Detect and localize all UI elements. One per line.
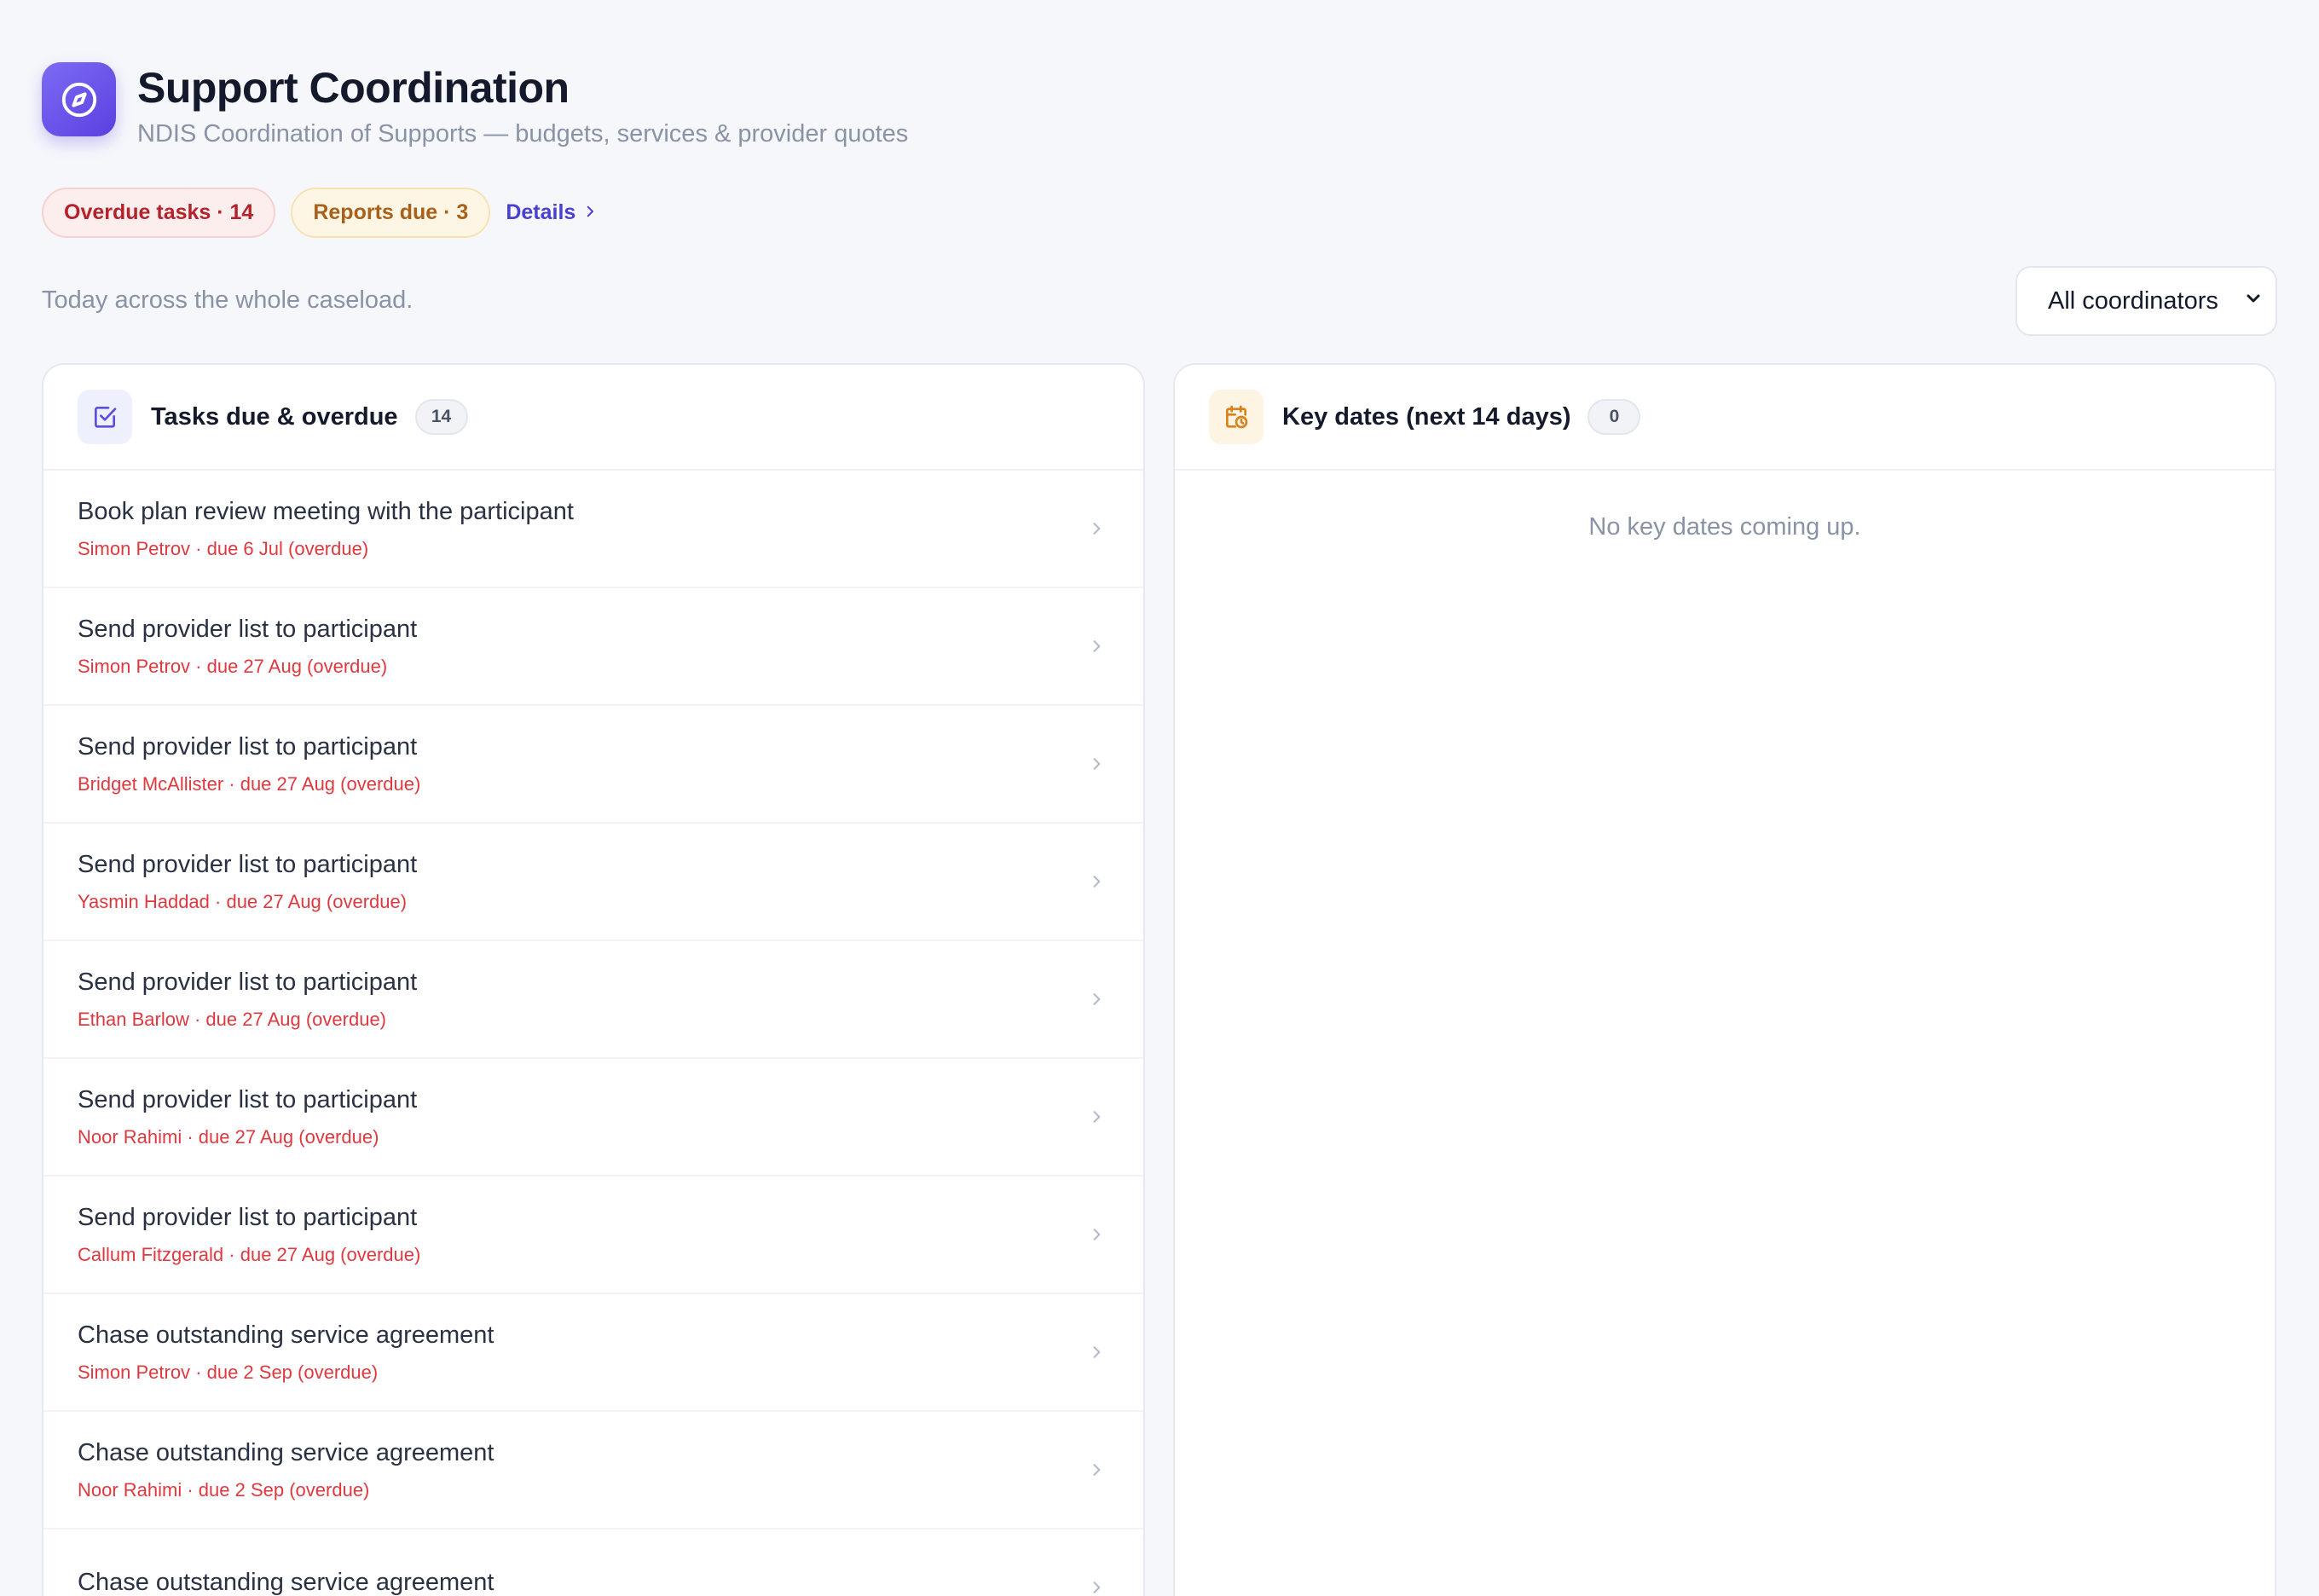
task-meta: Simon Petrov · due 27 Aug (overdue) (78, 656, 388, 677)
key-dates-empty-state: No key dates coming up. (1588, 513, 1861, 541)
task-row[interactable]: Chase outstanding service agreement (43, 1530, 1143, 1596)
task-row[interactable]: Send provider list to participant Noor R… (43, 1059, 1143, 1177)
task-row[interactable]: Send provider list to participant Yasmin… (43, 824, 1143, 941)
task-row[interactable]: Book plan review meeting with the partic… (43, 471, 1143, 588)
tasks-card: Tasks due & overdue 14 Book plan review … (42, 363, 1145, 1596)
chevron-right-icon (1084, 516, 1109, 541)
task-title: Send provider list to participant (78, 733, 418, 760)
task-title: Chase outstanding service agreement (78, 1569, 494, 1596)
tasks-card-title: Tasks due & overdue (151, 402, 398, 431)
caseload-caption: Today across the whole caseload. (42, 286, 413, 314)
task-meta: Simon Petrov · due 6 Jul (overdue) (78, 538, 369, 559)
compass-icon (42, 62, 116, 136)
task-meta: Callum Fitzgerald · due 27 Aug (overdue) (78, 1244, 421, 1265)
task-title: Send provider list to participant (78, 1086, 418, 1113)
task-row[interactable]: Send provider list to participant Simon … (43, 588, 1143, 706)
page-title: Support Coordination (137, 64, 570, 112)
chevron-right-icon (1084, 1575, 1109, 1596)
task-title: Send provider list to participant (78, 616, 418, 643)
chevron-right-icon (1084, 1104, 1109, 1130)
task-text: Send provider list to participant Bridge… (78, 732, 420, 796)
chevron-right-icon (1084, 1222, 1109, 1247)
chevron-right-icon (1084, 633, 1109, 659)
chevron-down-icon (2243, 287, 2264, 315)
task-title: Chase outstanding service agreement (78, 1439, 494, 1466)
task-meta: Ethan Barlow · due 27 Aug (overdue) (78, 1009, 387, 1030)
task-meta: Bridget McAllister · due 27 Aug (overdue… (78, 773, 421, 795)
overdue-tasks-badge[interactable]: Overdue tasks · 14 (42, 188, 276, 238)
task-title: Send provider list to participant (78, 969, 418, 996)
tasks-card-header: Tasks due & overdue 14 (43, 365, 1143, 471)
coordinator-select[interactable]: All coordinators (2015, 266, 2277, 336)
task-text: Send provider list to participant Yasmin… (78, 849, 417, 914)
page: Support Coordination NDIS Coordination o… (0, 0, 2319, 1596)
task-text: Send provider list to participant Callum… (78, 1202, 420, 1267)
task-row[interactable]: Chase outstanding service agreement Noor… (43, 1412, 1143, 1530)
task-meta: Noor Rahimi · due 27 Aug (overdue) (78, 1126, 379, 1148)
task-title: Send provider list to participant (78, 851, 418, 878)
task-meta: Yasmin Haddad · due 27 Aug (overdue) (78, 891, 408, 912)
coordinator-select-value: All coordinators (2048, 286, 2218, 315)
task-text: Send provider list to participant Noor R… (78, 1084, 417, 1149)
alert-pills: Overdue tasks · 14 Reports due · 3 Detai… (42, 188, 598, 238)
chevron-right-icon (1084, 986, 1109, 1012)
details-link[interactable]: Details (506, 200, 598, 225)
page-header: Support Coordination NDIS Coordination o… (42, 62, 908, 149)
task-text: Send provider list to participant Ethan … (78, 967, 417, 1032)
task-row[interactable]: Send provider list to participant Bridge… (43, 706, 1143, 824)
key-dates-card: Key dates (next 14 days) 0 No key dates … (1173, 363, 2276, 1596)
task-row[interactable]: Chase outstanding service agreement Simo… (43, 1294, 1143, 1412)
task-text: Chase outstanding service agreement Noor… (78, 1437, 494, 1502)
chevron-right-icon (1084, 1339, 1109, 1365)
calendar-clock-icon (1209, 390, 1264, 444)
task-text: Send provider list to participant Simon … (78, 614, 417, 679)
header-titles: Support Coordination NDIS Coordination o… (137, 62, 908, 149)
page-subtitle: NDIS Coordination of Supports — budgets,… (137, 120, 909, 147)
task-row[interactable]: Send provider list to participant Ethan … (43, 941, 1143, 1059)
key-dates-card-header: Key dates (next 14 days) 0 (1175, 365, 2275, 471)
task-title: Send provider list to participant (78, 1204, 418, 1231)
reports-due-badge[interactable]: Reports due · 3 (291, 188, 491, 238)
details-link-label: Details (506, 200, 576, 224)
task-meta: Noor Rahimi · due 2 Sep (overdue) (78, 1479, 370, 1501)
chevron-right-icon (1084, 869, 1109, 894)
task-meta: Simon Petrov · due 2 Sep (overdue) (78, 1362, 379, 1383)
task-title: Book plan review meeting with the partic… (78, 498, 574, 525)
task-title: Chase outstanding service agreement (78, 1321, 494, 1349)
task-row[interactable]: Send provider list to participant Callum… (43, 1177, 1143, 1294)
task-list: Book plan review meeting with the partic… (43, 471, 1143, 1596)
checkbox-icon (78, 390, 132, 444)
chevron-right-icon (1084, 1457, 1109, 1483)
task-text: Chase outstanding service agreement (78, 1567, 494, 1596)
key-dates-card-title: Key dates (next 14 days) (1282, 402, 1571, 431)
tasks-count-badge: 14 (414, 399, 468, 435)
chevron-right-icon (1084, 751, 1109, 777)
task-text: Chase outstanding service agreement Simo… (78, 1320, 494, 1385)
key-dates-count-badge: 0 (1587, 399, 1641, 435)
chevron-right-icon (582, 200, 598, 225)
task-text: Book plan review meeting with the partic… (78, 496, 574, 561)
